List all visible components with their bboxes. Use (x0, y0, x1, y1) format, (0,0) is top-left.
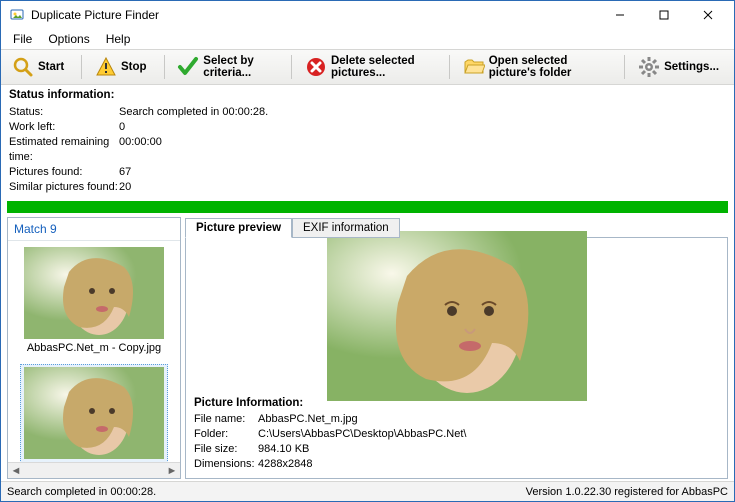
delete-icon (305, 56, 327, 78)
thumbnail-image (24, 247, 164, 339)
delete-selected-button[interactable]: Delete selected pictures... (300, 53, 441, 81)
preview-container: Picture Information: File name:AbbasPC.N… (185, 237, 728, 479)
close-button[interactable] (686, 1, 730, 29)
thumbnail-caption: AbbasPC.Net_m - Copy.jpg (22, 342, 166, 356)
select-criteria-label: Select by criteria... (203, 55, 274, 79)
match-list-pane: Match 9 AbbasPC.Net_m - Copy.jpg (7, 217, 181, 479)
delete-selected-label: Delete selected pictures... (331, 55, 432, 79)
settings-label: Settings... (664, 61, 719, 73)
filesize-label: File size: (194, 442, 258, 457)
select-criteria-button[interactable]: Select by criteria... (172, 53, 283, 81)
thumbnail-list[interactable]: AbbasPC.Net_m - Copy.jpg AbbasPC.Net_m.j… (8, 241, 180, 462)
open-folder-button[interactable]: Open selected picture's folder (458, 53, 617, 81)
menu-file[interactable]: File (7, 30, 38, 48)
start-label: Start (38, 61, 64, 73)
warning-icon (95, 56, 117, 78)
check-icon (177, 56, 199, 78)
eta-value: 00:00:00 (119, 135, 162, 165)
picture-information: Picture Information: File name:AbbasPC.N… (186, 393, 727, 478)
stop-button[interactable]: Stop (90, 53, 156, 81)
menu-options[interactable]: Options (42, 30, 95, 48)
preview-pane: Picture preview EXIF information (185, 217, 728, 479)
folder-icon (463, 56, 485, 78)
picinfo-heading: Picture Information: (194, 397, 719, 409)
gear-icon (638, 56, 660, 78)
filename-value: AbbasPC.Net_m.jpg (258, 412, 358, 427)
progress-bar (7, 201, 728, 213)
horizontal-scrollbar[interactable]: ◄ ► (8, 462, 180, 478)
tab-picture-preview[interactable]: Picture preview (185, 218, 292, 238)
start-button[interactable]: Start (7, 53, 73, 81)
magnifier-icon (12, 56, 34, 78)
preview-image (327, 231, 587, 401)
app-icon (9, 7, 25, 23)
similar-found-label: Similar pictures found: (9, 180, 119, 195)
toolbar-separator (624, 55, 625, 79)
main-area: Match 9 AbbasPC.Net_m - Copy.jpg (1, 217, 734, 481)
folder-label: Folder: (194, 427, 258, 442)
pictures-found-value: 67 (119, 165, 131, 180)
scroll-right-arrow[interactable]: ► (164, 463, 180, 479)
open-folder-label: Open selected picture's folder (489, 55, 608, 79)
workleft-value: 0 (119, 120, 125, 135)
settings-button[interactable]: Settings... (633, 53, 728, 81)
titlebar: Duplicate Picture Finder (1, 1, 734, 29)
dimensions-value: 4288x2848 (258, 457, 312, 472)
status-label: Status: (9, 105, 119, 120)
filesize-value: 984.10 KB (258, 442, 309, 457)
thumbnail-item[interactable]: AbbasPC.Net_m - Copy.jpg (20, 245, 168, 358)
eta-label: Estimated remaining time: (9, 135, 119, 165)
stop-label: Stop (121, 61, 147, 73)
filename-label: File name: (194, 412, 258, 427)
status-information: Status information: Status:Search comple… (1, 85, 734, 197)
minimize-button[interactable] (598, 1, 642, 29)
thumbnail-item-selected[interactable]: AbbasPC.Net_m.jpg (20, 364, 168, 462)
dimensions-label: Dimensions: (194, 457, 258, 472)
statusbar-message: Search completed in 00:00:28. (7, 486, 526, 498)
menu-help[interactable]: Help (100, 30, 137, 48)
maximize-button[interactable] (642, 1, 686, 29)
toolbar-separator (449, 55, 450, 79)
toolbar-separator (81, 55, 82, 79)
menubar: File Options Help (1, 29, 734, 49)
tab-exif-information[interactable]: EXIF information (292, 218, 400, 238)
folder-value: C:\Users\AbbasPC\Desktop\AbbasPC.Net\ (258, 427, 466, 442)
status-heading: Status information: (9, 89, 726, 101)
preview-image-area (186, 238, 727, 393)
pictures-found-label: Pictures found: (9, 165, 119, 180)
status-value: Search completed in 00:00:28. (119, 105, 268, 120)
thumbnail-image (24, 367, 164, 459)
statusbar: Search completed in 00:00:28. Version 1.… (1, 481, 734, 501)
match-header[interactable]: Match 9 (8, 218, 180, 241)
statusbar-version: Version 1.0.22.30 registered for AbbasPC (526, 486, 728, 498)
toolbar-separator (291, 55, 292, 79)
toolbar-separator (164, 55, 165, 79)
workleft-label: Work left: (9, 120, 119, 135)
window-title: Duplicate Picture Finder (31, 8, 598, 22)
scroll-track[interactable] (24, 464, 164, 478)
scroll-left-arrow[interactable]: ◄ (8, 463, 24, 479)
toolbar: Start Stop Select by criteria... Delete … (1, 49, 734, 85)
similar-found-value: 20 (119, 180, 131, 195)
